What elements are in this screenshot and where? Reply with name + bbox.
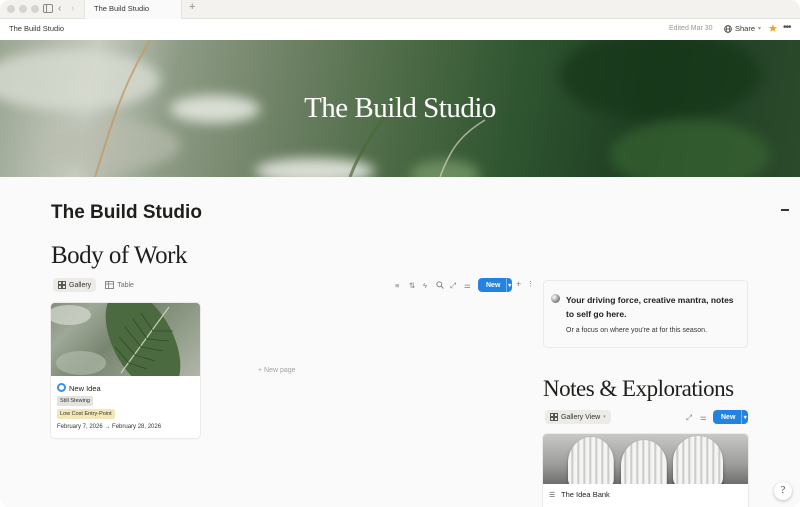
- forward-icon[interactable]: ›: [71, 2, 74, 16]
- chevron-down-icon[interactable]: ▾: [741, 410, 748, 424]
- app-window: ‹ › The Build Studio + The Build Studio …: [0, 0, 800, 507]
- lines-icon: ☰: [549, 492, 556, 499]
- new-page-label: New page: [264, 367, 296, 374]
- card-cover-image: [543, 434, 748, 484]
- collapse-icon[interactable]: [781, 209, 789, 211]
- expand-icon[interactable]: ⤢: [450, 281, 456, 291]
- cost-tag: Low Cost Entry-Point: [57, 409, 115, 419]
- edited-timestamp: Edited Mar 30: [669, 25, 713, 32]
- chevron-down-icon[interactable]: ▾: [506, 278, 512, 292]
- page-title[interactable]: The Build Studio: [51, 202, 202, 224]
- share-button[interactable]: Share ▾: [724, 24, 761, 33]
- plus-icon: +: [258, 367, 263, 374]
- filter-icon[interactable]: ≡: [395, 281, 399, 290]
- tab-title: The Build Studio: [94, 4, 150, 13]
- new-tab-button[interactable]: +: [189, 1, 195, 13]
- card-cover-image: [51, 303, 200, 376]
- expand-icon[interactable]: ⤢: [686, 413, 692, 423]
- breadcrumb[interactable]: The Build Studio: [9, 24, 64, 33]
- new-button-label: New: [486, 281, 501, 289]
- settings-sliders-icon[interactable]: ⚌: [464, 281, 471, 290]
- tab-table-label: Table: [117, 281, 134, 289]
- tab-gallery-view[interactable]: Gallery View ▾: [545, 410, 611, 424]
- table-icon: [105, 281, 115, 289]
- tab-the-build-studio[interactable]: The Build Studio: [84, 0, 182, 19]
- card-title: The Idea Bank: [561, 490, 610, 499]
- notes-heading: Notes & Explorations: [543, 376, 734, 401]
- body-of-work-heading: Body of Work: [51, 242, 187, 269]
- sidebar-toggle-icon[interactable]: [43, 4, 53, 18]
- body-of-work-view-tabs: Gallery Table: [53, 278, 139, 292]
- gallery-icon: [58, 281, 66, 289]
- share-label: Share: [735, 24, 756, 33]
- help-button[interactable]: ?: [774, 482, 792, 500]
- status-tag: Still Stewing: [57, 396, 93, 406]
- notes-new-button[interactable]: New ▾: [713, 410, 748, 424]
- star-icon[interactable]: ★: [768, 22, 778, 35]
- new-page-button[interactable]: + New page: [258, 367, 296, 374]
- new-button-label: New: [721, 413, 736, 421]
- settings-sliders-icon[interactable]: ⚌: [700, 413, 707, 422]
- tab-gallery-label: Gallery: [69, 281, 92, 289]
- tab-gallery-view-label: Gallery View: [561, 413, 601, 421]
- gallery-icon: [550, 413, 558, 421]
- tab-gallery[interactable]: Gallery: [53, 278, 97, 292]
- card-title: New Idea: [69, 384, 101, 393]
- cover-title: The Build Studio: [304, 92, 496, 124]
- zoom-window-button[interactable]: [31, 5, 39, 13]
- back-icon[interactable]: ‹: [58, 2, 61, 16]
- ellipsis-icon[interactable]: •••: [783, 22, 791, 33]
- gallery-card[interactable]: ☰ The Idea Bank: [543, 434, 748, 507]
- globe-icon: [724, 24, 732, 33]
- idea-status-icon: [57, 383, 66, 392]
- page-topbar: The Build Studio Edited Mar 30 Share ▾ ★…: [0, 19, 800, 40]
- body-of-work-new-button[interactable]: New ▾: [478, 278, 512, 292]
- cover-image: The Build Studio: [0, 40, 800, 177]
- callout-subtext: Or a focus on where you're at for this s…: [566, 327, 708, 334]
- card-date-range: February 7, 2026 → February 28, 2026: [57, 424, 162, 430]
- sort-icon[interactable]: ⇅: [409, 281, 415, 290]
- title-bar: ‹ › The Build Studio +: [0, 0, 800, 19]
- add-icon[interactable]: +: [516, 279, 521, 289]
- notes-view-tabs: Gallery View ▾: [545, 410, 611, 424]
- tab-table[interactable]: Table: [100, 278, 139, 292]
- close-window-button[interactable]: [7, 5, 15, 13]
- callout-heading: Your driving force, creative mantra, not…: [566, 295, 734, 319]
- chevron-down-icon: ▾: [758, 26, 762, 32]
- drag-handle-icon[interactable]: ⋮: [527, 280, 534, 288]
- lightning-icon[interactable]: ϟ: [423, 281, 427, 290]
- shell-icon: [551, 294, 560, 303]
- search-icon[interactable]: [436, 281, 444, 291]
- callout-block[interactable]: Your driving force, creative mantra, not…: [543, 280, 748, 348]
- minimize-window-button[interactable]: [19, 5, 27, 13]
- chevron-down-icon: ▾: [603, 414, 606, 420]
